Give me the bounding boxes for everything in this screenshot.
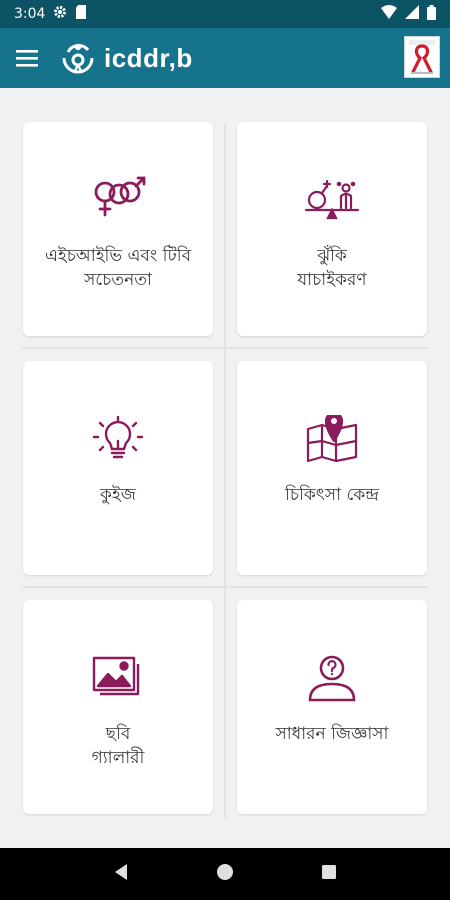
menu-card-label: ছবি গ্যালারী bbox=[91, 724, 145, 768]
app-logo: icddr,b bbox=[58, 40, 193, 76]
status-bar: 3:04 bbox=[0, 0, 450, 28]
cellular-icon bbox=[405, 5, 419, 23]
feature-menu-grid: এইচআইভি এবং টিবি সচেতনতা ঝুঁকি যাচাইকরণ … bbox=[0, 88, 450, 848]
logo-emblem-icon bbox=[62, 43, 94, 74]
faq-person-icon bbox=[308, 655, 356, 702]
grid-divider-horizontal bbox=[22, 586, 428, 588]
menu-card-risk-assessment[interactable]: ঝুঁকি যাচাইকরণ bbox=[237, 122, 427, 336]
home-icon[interactable] bbox=[216, 863, 234, 885]
lightbulb-icon bbox=[92, 415, 144, 459]
sd-card-icon bbox=[75, 5, 87, 23]
recents-icon[interactable] bbox=[321, 864, 337, 884]
menu-card-label: ঝুঁকি যাচাইকরণ bbox=[297, 246, 367, 290]
wifi-icon bbox=[381, 5, 397, 23]
menu-card-treatment-center[interactable]: চিকিৎসা কেন্দ্র bbox=[237, 361, 427, 575]
risk-scale-icon bbox=[304, 179, 360, 220]
image-gallery-icon bbox=[92, 656, 140, 696]
map-pin-icon bbox=[306, 415, 358, 463]
red-ribbon-logo bbox=[404, 36, 440, 78]
menu-card-photo-gallery[interactable]: ছবি গ্যালারী bbox=[23, 600, 213, 814]
system-nav-bar bbox=[0, 848, 450, 900]
menu-card-label: চিকিৎসা কেন্দ্র bbox=[285, 485, 379, 505]
grid-divider-horizontal bbox=[22, 347, 428, 349]
status-time: 3:04 bbox=[14, 6, 46, 22]
menu-card-label: কুইজ bbox=[100, 485, 136, 505]
menu-card-quiz[interactable]: কুইজ bbox=[23, 361, 213, 575]
menu-card-label: সাধারন জিজ্ঞাসা bbox=[275, 724, 389, 744]
back-icon[interactable] bbox=[113, 863, 129, 885]
hamburger-menu-icon[interactable] bbox=[14, 45, 40, 71]
menu-card-hiv-tb-awareness[interactable]: এইচআইভি এবং টিবি সচেতনতা bbox=[23, 122, 213, 336]
menu-card-label: এইচআইভি এবং টিবি সচেতনতা bbox=[44, 246, 192, 290]
gear-icon bbox=[53, 5, 67, 23]
menu-card-faq[interactable]: সাধারন জিজ্ঞাসা bbox=[237, 600, 427, 814]
app-bar: icddr,b bbox=[0, 28, 450, 88]
grid-divider-vertical bbox=[224, 124, 226, 818]
app-title: icddr,b bbox=[104, 42, 193, 73]
gender-symbols-icon bbox=[94, 176, 146, 217]
battery-icon bbox=[427, 4, 436, 24]
